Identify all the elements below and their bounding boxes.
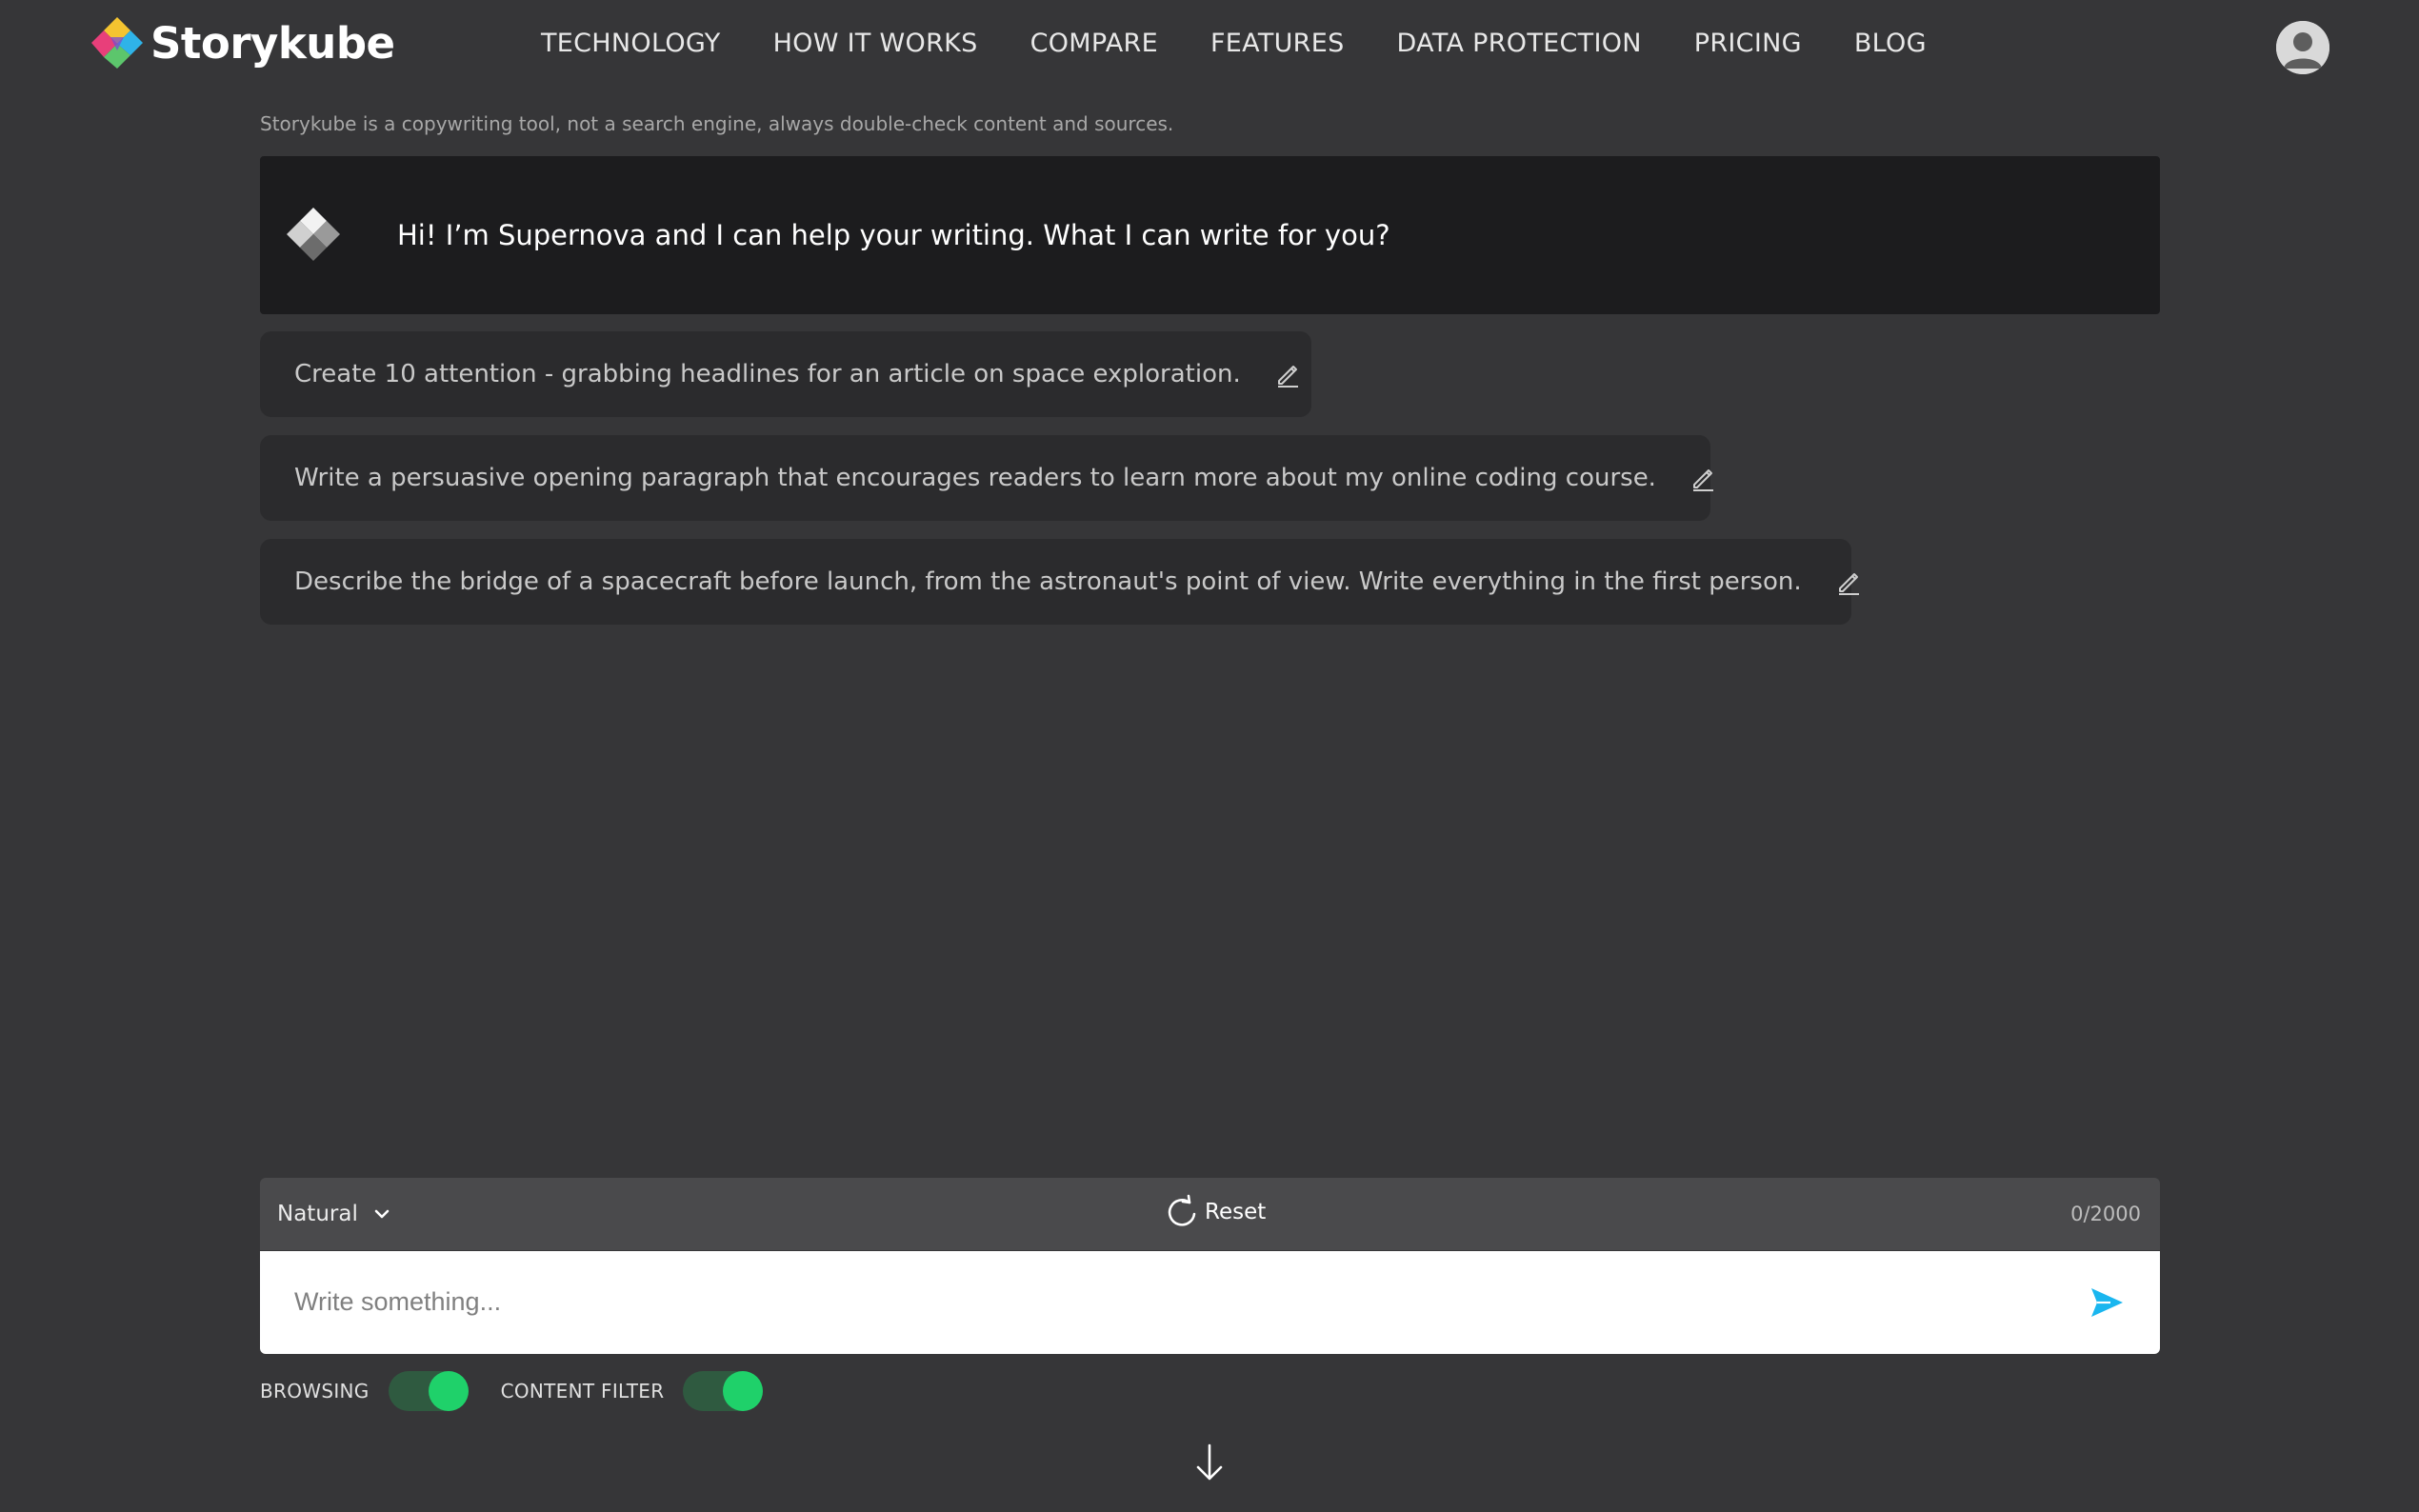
nav-pricing[interactable]: PRICING: [1694, 29, 1802, 58]
content-filter-label: CONTENT FILTER: [500, 1380, 665, 1403]
prompt-suggestion-text: Write a persuasive opening paragraph tha…: [294, 464, 1656, 492]
pencil-icon[interactable]: [1273, 360, 1302, 388]
prompt-suggestion[interactable]: Describe the bridge of a spacecraft befo…: [260, 539, 1859, 625]
toggle-knob: [723, 1371, 764, 1411]
writing-mode-select[interactable]: Natural: [277, 1202, 392, 1226]
writing-mode-value: Natural: [277, 1202, 358, 1226]
brand-logo[interactable]: Storykube: [90, 15, 395, 70]
user-avatar-icon: [2276, 21, 2329, 74]
character-counter: 0/2000: [2070, 1203, 2141, 1225]
composer-options: BROWSING CONTENT FILTER: [260, 1371, 795, 1411]
browsing-label: BROWSING: [260, 1380, 370, 1403]
send-icon[interactable]: [2088, 1283, 2126, 1322]
welcome-message-text: Hi! I’m Supernova and I can help your wr…: [397, 219, 1390, 251]
message-input[interactable]: [294, 1278, 2009, 1325]
arrow-down-icon[interactable]: [1192, 1442, 1227, 1483]
toggle-knob: [428, 1371, 469, 1411]
nav-data-protection[interactable]: DATA PROTECTION: [1397, 29, 1642, 58]
reset-button[interactable]: Reset: [1163, 1193, 1266, 1231]
brand-name: Storykube: [150, 17, 395, 69]
chevron-down-icon: [374, 1209, 390, 1219]
nav-blog[interactable]: BLOG: [1854, 29, 1927, 58]
pencil-icon[interactable]: [1689, 464, 1717, 492]
pencil-icon[interactable]: [1834, 567, 1863, 596]
prompt-suggestion[interactable]: Create 10 attention - grabbing headlines…: [260, 331, 1311, 417]
assistant-welcome-message: Hi! I’m Supernova and I can help your wr…: [260, 156, 2160, 314]
prompt-suggestion-text: Create 10 attention - grabbing headlines…: [294, 360, 1241, 388]
nav-compare[interactable]: COMPARE: [1030, 29, 1158, 58]
composer-toolbar: Natural Reset 0/2000: [260, 1178, 2160, 1250]
prompt-suggestion-text: Describe the bridge of a spacecraft befo…: [294, 567, 1802, 596]
supernova-cube-icon: [287, 208, 340, 261]
nav-features[interactable]: FEATURES: [1210, 29, 1345, 58]
disclaimer-text: Storykube is a copywriting tool, not a s…: [260, 112, 1174, 135]
content-filter-toggle[interactable]: [683, 1371, 764, 1411]
refresh-icon: [1168, 1194, 1196, 1226]
reset-label: Reset: [1205, 1200, 1267, 1224]
storykube-logo-icon: [91, 17, 143, 69]
main-nav: TECHNOLOGY HOW IT WORKS COMPARE FEATURES…: [541, 29, 1979, 58]
message-input-box: [260, 1251, 2160, 1354]
user-avatar[interactable]: [2276, 21, 2329, 74]
nav-how-it-works[interactable]: HOW IT WORKS: [773, 29, 978, 58]
prompt-suggestion[interactable]: Write a persuasive opening paragraph tha…: [260, 435, 1713, 521]
nav-technology[interactable]: TECHNOLOGY: [541, 29, 721, 58]
browsing-toggle[interactable]: [388, 1371, 469, 1411]
